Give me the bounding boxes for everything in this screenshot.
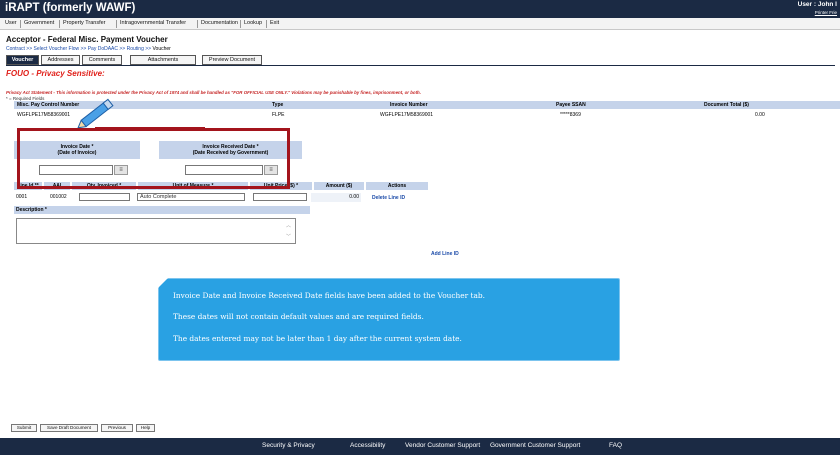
submit-button[interactable]: Submit — [11, 424, 37, 432]
user-name: User : John I — [797, 1, 837, 8]
callout-corner — [158, 278, 168, 288]
document-grid-header: Misc. Pay Control Number Type Invoice Nu… — [14, 101, 840, 109]
col-actions: Actions — [366, 182, 428, 190]
menu-intragovernmental-transfer[interactable]: Intragovernmental Transfer — [120, 20, 186, 26]
page-title: Acceptor - Federal Misc. Payment Voucher — [6, 35, 168, 44]
cell-type: FLPE — [272, 112, 285, 118]
menu-documentation[interactable]: Documentation — [201, 20, 238, 26]
cell-invoice-number: WGFLPE17M58369001 — [380, 112, 434, 118]
scroll-up-icon[interactable]: ︿ — [286, 222, 291, 229]
menu-separator — [20, 20, 21, 28]
footer-faq[interactable]: FAQ — [609, 442, 622, 449]
callout-line-1: Invoice Date and Invoice Received Date f… — [173, 291, 486, 300]
footer-accessibility[interactable]: Accessibility — [350, 442, 385, 449]
tab-voucher[interactable]: Voucher — [6, 55, 39, 65]
menu-separator — [266, 20, 267, 28]
menu-separator — [59, 20, 60, 28]
unit-of-measure-input[interactable]: Auto Complete — [137, 193, 245, 201]
app-header: iRAPT (formerly WAWF) User : John I Prin… — [0, 0, 840, 18]
qty-invoiced-input[interactable] — [79, 193, 130, 201]
aai-value: 001002 — [50, 194, 67, 200]
col-payee-ssan: Payee SSAN — [556, 102, 586, 108]
save-draft-button[interactable]: Save Draft Document — [40, 424, 98, 432]
description-textarea[interactable]: ︿ ﹀ — [16, 218, 296, 244]
col-document-total: Document Total ($) — [704, 102, 749, 108]
col-amount: Amount ($) — [314, 182, 364, 190]
printer-friendly-link[interactable]: Printer Frie — [815, 10, 837, 15]
callout-line-2: These dates will not contain default val… — [173, 312, 424, 321]
menu-exit[interactable]: Exit — [270, 20, 279, 26]
col-invoice-number: Invoice Number — [390, 102, 428, 108]
footer-vendor-support[interactable]: Vendor Customer Support — [405, 442, 480, 449]
col-misc-pay-control-number: Misc. Pay Control Number — [17, 102, 80, 108]
scroll-down-icon[interactable]: ﹀ — [286, 233, 291, 240]
cell-misc-pay-control-number: WGFLPE17M58369001 — [17, 112, 71, 118]
privacy-statement: Privacy Act Statement - This information… — [6, 90, 421, 95]
col-type: Type — [272, 102, 284, 108]
highlight-pointer-line — [95, 127, 205, 130]
highlight-box — [17, 128, 290, 189]
tab-comments[interactable]: Comments — [82, 55, 122, 65]
callout-line-3: The dates entered may not be later than … — [173, 334, 462, 343]
breadcrumb-current: Voucher — [151, 46, 171, 52]
document-grid-row: WGFLPE17M58369001 FLPE WGFLPE17M58369001… — [14, 111, 840, 119]
tab-underline — [6, 65, 835, 66]
line-id-value: 0001 — [16, 194, 28, 200]
menu-separator — [116, 20, 117, 28]
menu-property-transfer[interactable]: Property Transfer — [63, 20, 106, 26]
footer: Security & Privacy Accessibility Vendor … — [0, 438, 840, 455]
menu-government[interactable]: Government — [24, 20, 54, 26]
help-button[interactable]: Help — [136, 424, 155, 432]
info-callout: Invoice Date and Invoice Received Date f… — [158, 278, 620, 361]
menu-user[interactable]: User — [5, 20, 17, 26]
unit-price-input[interactable] — [253, 193, 307, 201]
cell-document-total: 0.00 — [755, 112, 765, 118]
tab-attachments[interactable]: Attachments — [130, 55, 196, 65]
amount-value: 0.00 — [311, 193, 361, 202]
cell-payee-ssan: *****8369 — [560, 112, 581, 118]
menu-separator — [240, 20, 241, 28]
breadcrumb-links[interactable]: Contract >> Select Voucher Flow >> Pay D… — [6, 46, 151, 52]
breadcrumb: Contract >> Select Voucher Flow >> Pay D… — [6, 46, 171, 52]
menu-bar: User Government Property Transfer Intrag… — [0, 18, 840, 30]
app-title: iRAPT (formerly WAWF) — [5, 2, 136, 14]
fouo-heading: FOUO - Privacy Sensitive: — [6, 69, 105, 78]
pencil-icon — [77, 98, 114, 128]
delete-line-link[interactable]: Delete Line ID — [372, 195, 405, 201]
tab-addresses[interactable]: Addresses — [41, 55, 80, 65]
footer-government-support[interactable]: Government Customer Support — [490, 442, 580, 449]
add-line-link[interactable]: Add Line ID — [431, 251, 459, 257]
previous-button[interactable]: Previous — [101, 424, 133, 432]
menu-lookup[interactable]: Lookup — [244, 20, 262, 26]
description-header: Description * — [14, 206, 310, 214]
tab-preview-document[interactable]: Preview Document — [202, 55, 262, 65]
menu-separator — [197, 20, 198, 28]
footer-security-privacy[interactable]: Security & Privacy — [262, 442, 315, 449]
